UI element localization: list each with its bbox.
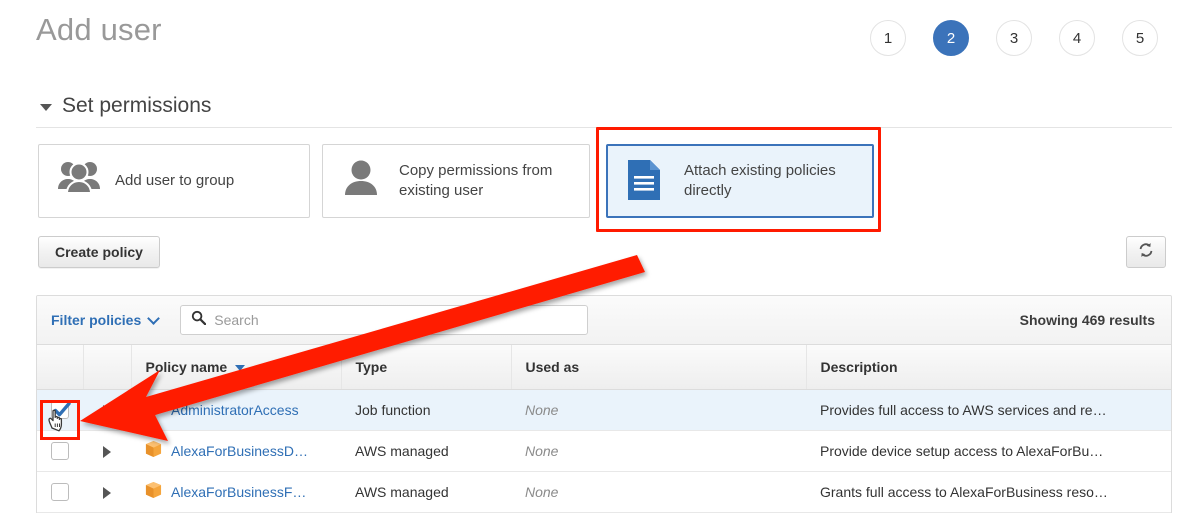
create-policy-label: Create policy [55,244,143,260]
policy-name-cell[interactable]: AdministratorAccess [131,389,341,431]
policy-name-label[interactable]: AlexaForBusinessF… [171,484,306,500]
row-expand-cell[interactable] [83,389,131,431]
used-as-value: None [525,401,559,418]
table-row[interactable]: AlexaForBusinessF… AWS managed None Gran… [37,471,1171,513]
search-box[interactable] [180,305,589,335]
policy-description-cell: Grants full access to AlexaForBusiness r… [806,471,1171,513]
row-expand-cell[interactable] [83,430,131,472]
row-checkbox-cell[interactable] [37,430,83,472]
description-text: Grants full access to AlexaForBusiness r… [820,483,1108,500]
policy-cube-icon [145,440,162,461]
chevron-down-icon [147,311,161,325]
policy-used-as-cell: None [511,389,806,431]
refresh-button[interactable] [1126,236,1166,268]
description-text: Provides full access to AWS services and… [820,401,1107,418]
step-1[interactable]: 1 [870,20,906,56]
step-2[interactable]: 2 [933,20,969,56]
table-header-row: Policy name Type Used as Description [37,345,1171,390]
search-input[interactable] [214,312,578,328]
header-description[interactable]: Description [806,345,1171,390]
row-checkbox-cell[interactable] [37,471,83,513]
policy-cube-icon [145,399,162,420]
policy-name-cell[interactable]: AlexaForBusinessF… [131,471,341,513]
collapse-caret-icon[interactable] [40,104,52,111]
table-row[interactable]: AdministratorAccess Job function None Pr… [37,389,1171,431]
filter-policies-label: Filter policies [51,312,142,328]
sort-descending-caret-icon[interactable] [235,365,246,372]
expand-triangle-icon[interactable] [103,404,111,417]
step-indicator: 1 2 3 4 5 [870,20,1158,56]
row-checkbox-checked[interactable] [51,400,71,419]
policy-type-cell: AWS managed [341,471,511,513]
policy-type-cell: Job function [341,389,511,431]
option-label: Attach existing policies directly [684,161,836,199]
option-label: Copy permissions from existing user [399,161,553,199]
section-divider [36,127,1172,128]
used-as-value: None [525,483,559,500]
create-policy-button[interactable]: Create policy [38,236,160,268]
policies-panel: Filter policies Showing 469 results [36,295,1172,513]
document-icon [626,159,670,203]
set-permissions-section-header[interactable]: Set permissions [40,94,211,118]
header-used-as[interactable]: Used as [511,345,807,390]
policy-name-label[interactable]: AdministratorAccess [171,402,299,418]
section-title: Set permissions [62,94,212,117]
option-label: Add user to group [115,171,235,189]
step-4[interactable]: 4 [1059,20,1095,56]
search-icon [191,310,207,330]
policy-used-as-cell: None [511,430,806,472]
step-5[interactable]: 5 [1122,20,1158,56]
refresh-icon [1137,241,1155,264]
header-policy-name-label: Policy name [145,358,228,375]
header-select-all[interactable] [37,345,84,390]
row-checkbox[interactable] [51,482,69,501]
policy-name-label[interactable]: AlexaForBusinessD… [171,443,308,459]
policy-name-cell[interactable]: AlexaForBusinessD… [131,430,341,472]
step-3[interactable]: 3 [996,20,1032,56]
add-user-page: Add user 1 2 3 4 5 Set permissions Add u… [0,0,1202,513]
expand-triangle-icon[interactable] [103,445,111,458]
users-group-icon [57,159,101,203]
results-count: Showing 469 results [1019,312,1155,328]
option-add-user-to-group[interactable]: Add user to group [38,144,310,218]
policy-description-cell: Provide device setup access to AlexaForB… [806,430,1171,472]
option-attach-policies[interactable]: Attach existing policies directly [606,144,874,218]
filter-policies-dropdown[interactable]: Filter policies [51,311,161,328]
user-icon [341,159,385,203]
description-text: Provide device setup access to AlexaForB… [820,442,1104,459]
filter-bar: Filter policies Showing 469 results [37,296,1171,345]
policy-description-cell: Provides full access to AWS services and… [806,389,1171,431]
header-expand [83,345,132,390]
row-expand-cell[interactable] [83,471,131,513]
header-policy-name[interactable]: Policy name [131,345,342,390]
expand-triangle-icon[interactable] [103,486,111,499]
used-as-value: None [525,442,559,459]
policy-cube-icon [145,481,162,502]
page-title: Add user [36,12,162,47]
policy-used-as-cell: None [511,471,806,513]
option-copy-permissions[interactable]: Copy permissions from existing user [322,144,590,218]
row-checkbox[interactable] [51,441,69,460]
policies-table: Policy name Type Used as Description Adm… [37,345,1171,513]
policy-type-cell: AWS managed [341,430,511,472]
header-type[interactable]: Type [341,345,512,390]
row-checkbox-cell[interactable] [37,389,83,431]
table-row[interactable]: AlexaForBusinessD… AWS managed None Prov… [37,430,1171,472]
